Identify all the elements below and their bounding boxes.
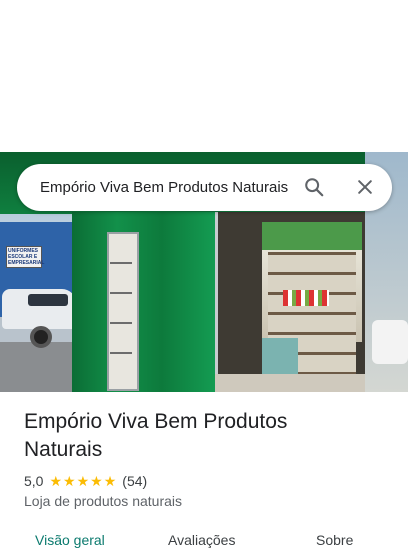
photo-green-facade [72,212,222,392]
photo-car-window [28,294,68,306]
star-icon: ★ [76,473,90,489]
star-icon: ★ [63,473,76,489]
photo-right-car [372,320,408,364]
review-count[interactable]: (54) [122,473,147,489]
photo-shelf-line [110,322,132,324]
photo-shelf-line [110,352,132,354]
place-category: Loja de produtos naturais [24,493,182,509]
photo-floor [215,374,365,392]
star-icon: ★ [90,473,103,489]
blank-top-area [0,0,408,152]
photo-sign: UNIFORMES ESCOLAR E EMPRESARIAL [6,246,45,268]
photo-car-wheel [30,326,52,348]
rating-row[interactable]: 5,0 ★ ★ ★ ★ ★ (54) [24,472,147,490]
tab-about[interactable]: Sobre [316,532,353,548]
search-icon[interactable] [303,176,325,198]
close-icon[interactable] [355,177,375,197]
photo-interior-wall [262,222,362,250]
star-icon: ★ [49,473,63,489]
place-title: Empório Viva Bem Produtos Naturais [24,410,288,461]
photo-shelf-line [110,292,132,294]
photo-products [283,290,329,306]
photo-display-case [107,232,139,391]
tab-overview[interactable]: Visão geral [35,532,105,548]
search-bar[interactable]: Empório Viva Bem Produtos Naturais [17,164,392,211]
search-input[interactable]: Empório Viva Bem Produtos Naturais [40,164,290,211]
photo-shelf-line [110,262,132,264]
photo-baskets [262,338,298,378]
tab-reviews[interactable]: Avaliações [168,532,235,548]
rating-value: 5,0 [24,473,44,489]
star-icon: ★ [103,473,117,489]
rating-stars: ★ ★ ★ ★ ★ [49,474,117,488]
place-tabs: Visão geral Avaliações Sobre [0,528,408,548]
